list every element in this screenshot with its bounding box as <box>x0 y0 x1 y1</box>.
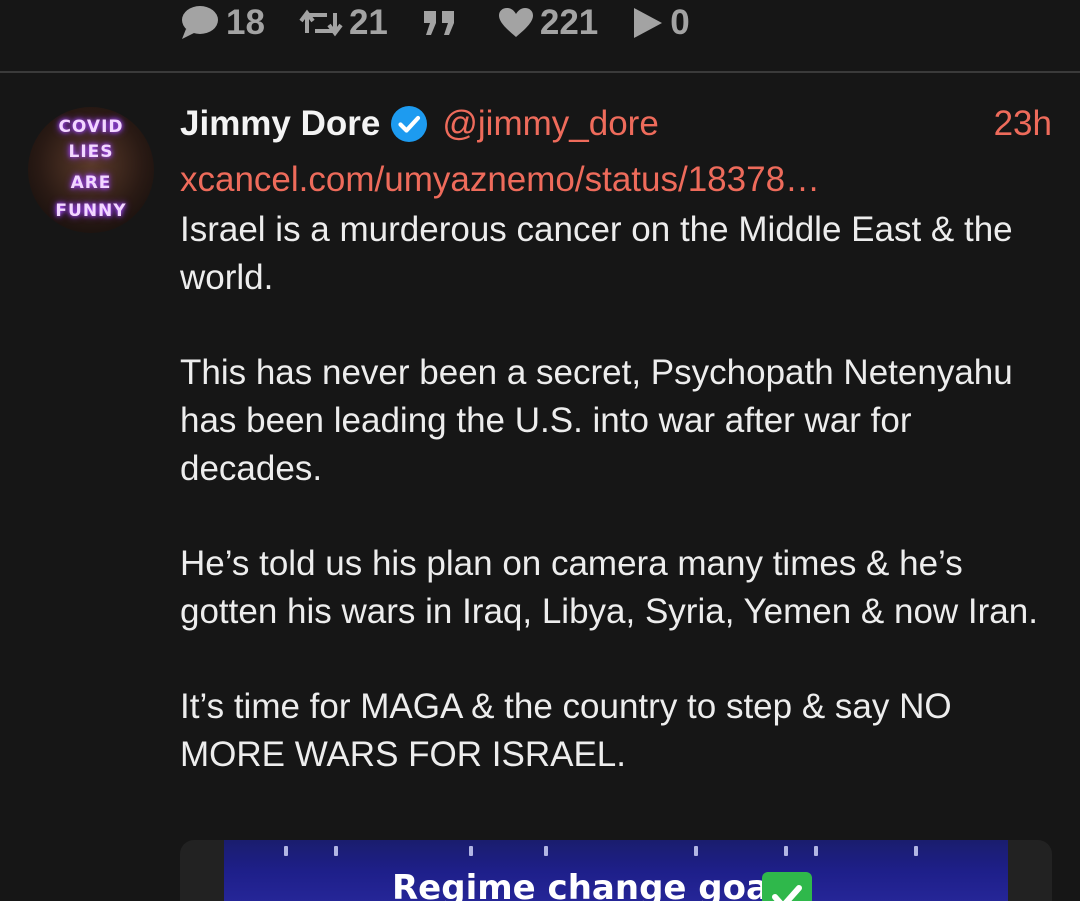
stage-light <box>814 846 818 856</box>
stage-light <box>544 846 548 856</box>
author-handle[interactable]: @jimmy_dore <box>442 104 658 144</box>
tweet-body: Israel is a murderous cancer on the Midd… <box>180 206 1060 826</box>
avatar-text-line: LIES <box>68 142 114 162</box>
like-stat[interactable]: 221 <box>498 3 598 43</box>
avatar-text-line: COVID <box>58 117 124 137</box>
previous-tweet-stats: 18 21 221 0 <box>180 0 724 46</box>
stage-light <box>784 846 788 856</box>
stage-light <box>469 846 473 856</box>
play-icon <box>632 6 664 40</box>
like-count: 221 <box>539 3 599 42</box>
retweet-count: 21 <box>348 3 388 42</box>
avatar-text-line: ARE <box>70 173 112 193</box>
video-thumbnail[interactable]: Regime change goals <box>224 840 1008 901</box>
stage-light <box>694 846 698 856</box>
check-mark-icon <box>762 872 812 901</box>
tweet-header: Jimmy Dore @jimmy_dore 23h <box>180 100 1052 148</box>
retweet-stat[interactable]: 21 <box>299 3 388 43</box>
tweet-paragraph: This has never been a secret, Psychopath… <box>180 353 1013 488</box>
stage-light <box>334 846 338 856</box>
view-count: 0 <box>670 3 690 42</box>
video-caption: Regime change goals <box>392 868 801 901</box>
quote-icon <box>422 8 458 38</box>
comment-icon <box>180 5 220 41</box>
tweet-divider <box>0 71 1080 73</box>
author-name[interactable]: Jimmy Dore <box>180 104 380 144</box>
quote-stat[interactable] <box>422 8 464 38</box>
tweet-paragraph: Israel is a murderous cancer on the Midd… <box>180 210 1013 297</box>
avatar[interactable]: COVID LIES ARE FUNNY <box>28 107 154 233</box>
avatar-text-line: FUNNY <box>55 201 127 221</box>
verified-badge-icon <box>390 105 428 143</box>
reply-stat[interactable]: 18 <box>180 3 265 43</box>
tweet-paragraph: He’s told us his plan on camera many tim… <box>180 543 1038 631</box>
heart-icon <box>498 7 534 39</box>
stage-light <box>284 846 288 856</box>
timeline: 18 21 221 0 COVID LIES ARE FUNNY Jimmy D… <box>0 0 1080 901</box>
tweet-timestamp[interactable]: 23h <box>994 104 1052 144</box>
tweet-link[interactable]: xcancel.com/umyaznemo/status/18378… <box>180 160 820 200</box>
view-stat[interactable]: 0 <box>632 3 690 43</box>
stage-light <box>914 846 918 856</box>
retweet-icon <box>299 7 343 39</box>
media-attachment[interactable]: Regime change goals <box>180 840 1052 901</box>
tweet-paragraph: It’s time for MAGA & the country to step… <box>180 686 952 774</box>
reply-count: 18 <box>226 3 265 42</box>
